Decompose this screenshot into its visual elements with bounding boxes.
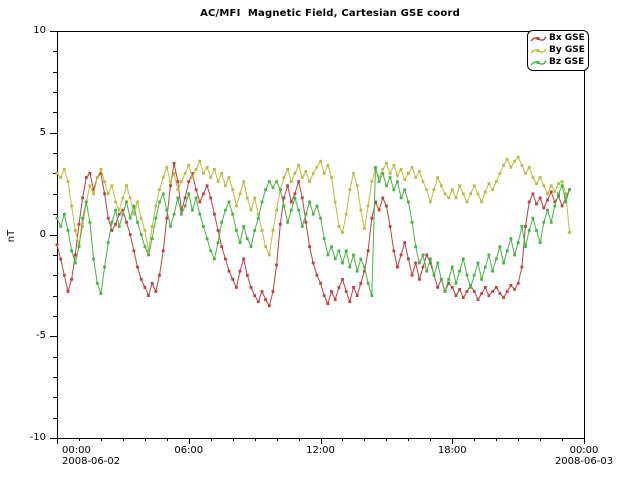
bz-line-marker-icon	[530, 58, 547, 67]
magnetic-field-chart: AC/MFI Magnetic Field, Cartesian GSE coo…	[0, 0, 640, 480]
series-bx-gse	[56, 162, 571, 307]
plot-frame	[58, 32, 585, 439]
by-line-marker-icon	[530, 46, 547, 55]
series-bz-gse	[56, 166, 571, 297]
y-tick-label: 10	[14, 25, 46, 36]
legend-label-bx: Bx GSE	[549, 32, 585, 44]
plot-area	[0, 0, 640, 480]
y-tick-label: -10	[14, 432, 46, 443]
y-tick-label: 0	[14, 229, 46, 240]
legend-item-bz: Bz GSE	[530, 56, 585, 68]
legend-item-by: By GSE	[530, 44, 585, 56]
x-tick-label: 00:00	[559, 445, 609, 456]
x-tick-label: 00:00	[62, 445, 91, 456]
legend-label-by: By GSE	[549, 44, 585, 56]
x-tick-label: 06:00	[164, 445, 214, 456]
y-tick-label: -5	[14, 330, 46, 341]
legend-item-bx: Bx GSE	[530, 32, 585, 44]
legend-label-bz: Bz GSE	[549, 56, 584, 68]
x-date-label: 2008-06-03	[544, 456, 624, 467]
x-tick-label: 18:00	[427, 445, 477, 456]
legend: Bx GSE By GSE Bz GSE	[527, 30, 589, 71]
bx-line-marker-icon	[530, 34, 547, 43]
x-date-label: 2008-06-02	[62, 456, 120, 467]
y-tick-label: 5	[14, 127, 46, 138]
x-tick-label: 12:00	[296, 445, 346, 456]
